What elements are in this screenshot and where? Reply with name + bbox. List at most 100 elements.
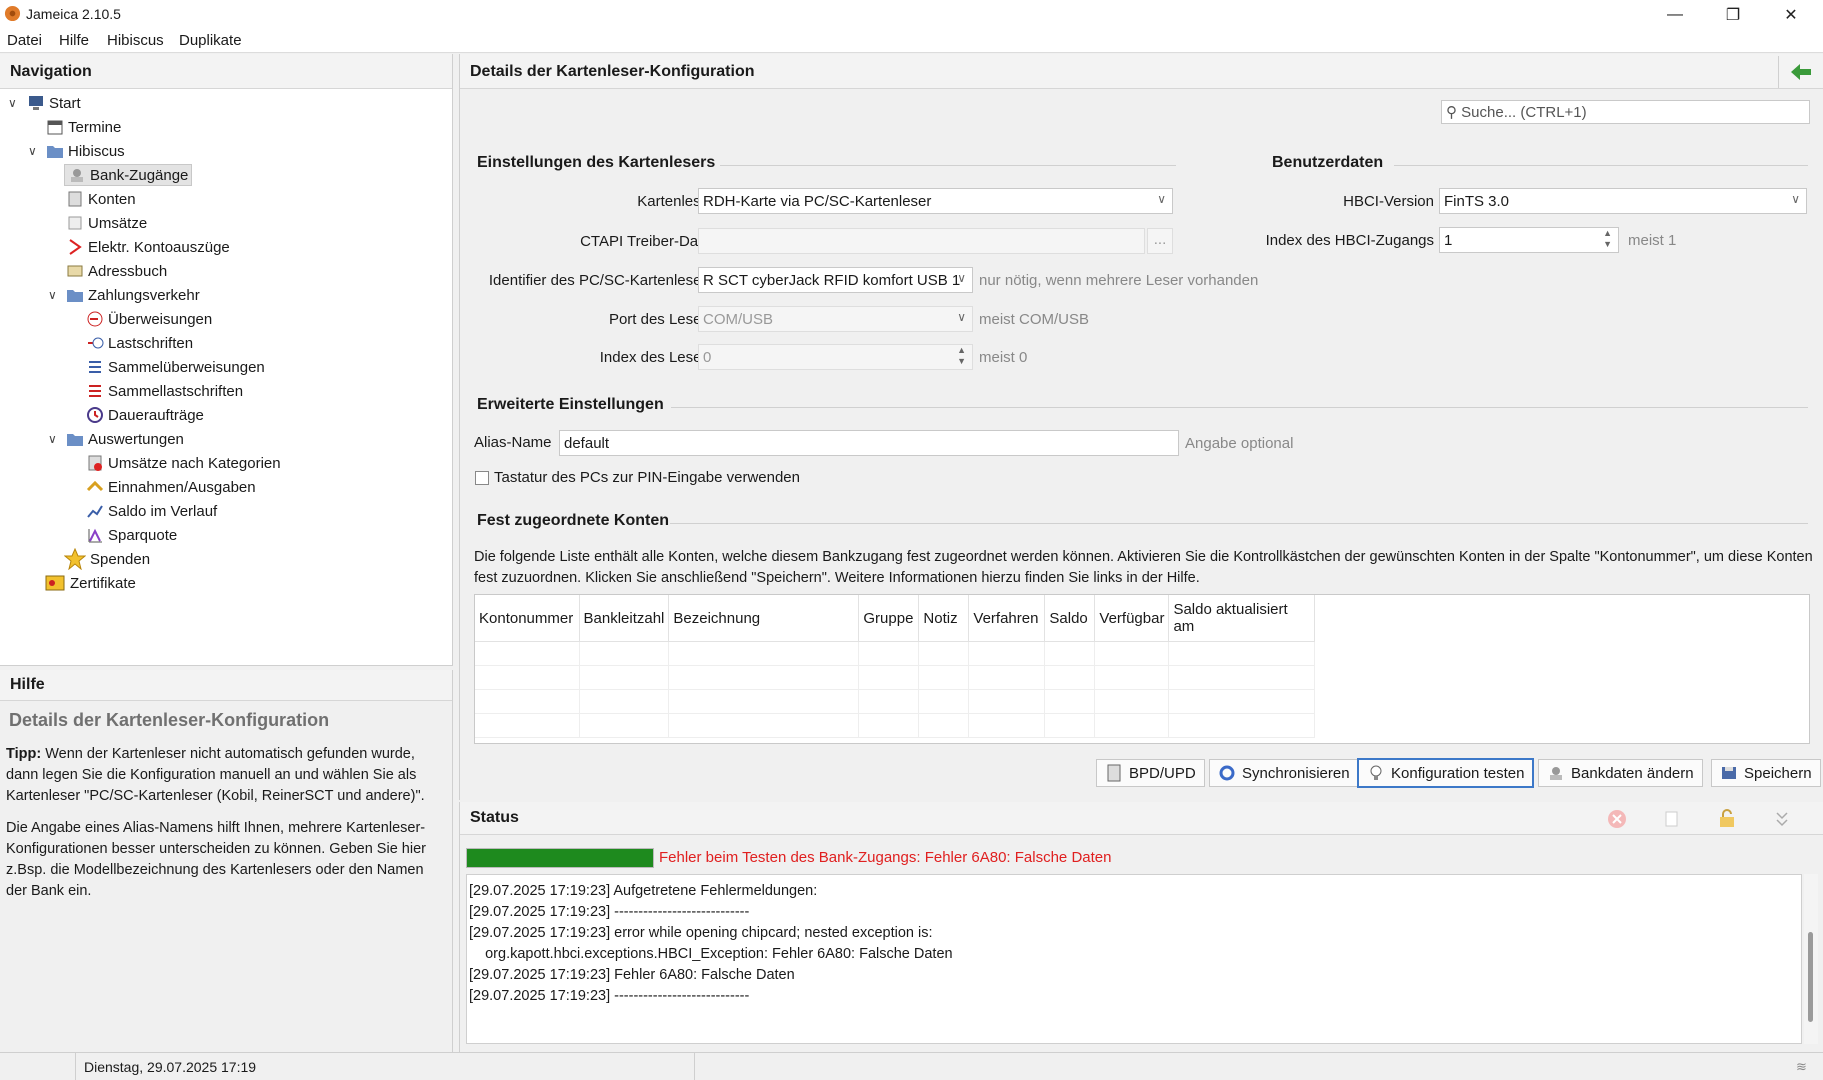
- tree-item-konten[interactable]: Konten: [66, 188, 136, 210]
- ctapi-browse-button[interactable]: ...: [1147, 228, 1173, 254]
- restore-button[interactable]: ❐: [1704, 0, 1762, 29]
- hbci-index-spinner[interactable]: 1 ▲ ▼: [1439, 227, 1619, 253]
- column-header[interactable]: Verfahren: [968, 595, 1046, 642]
- column-header[interactable]: Bankleitzahl: [579, 595, 670, 642]
- spinner-arrows-icon[interactable]: ▲ ▼: [957, 345, 966, 367]
- scrollbar-thumb[interactable]: [1808, 932, 1813, 1022]
- chevron-down-icon: ∨: [1157, 192, 1166, 206]
- close-button[interactable]: ✕: [1762, 0, 1820, 29]
- synchronize-button[interactable]: Synchronisieren: [1209, 759, 1359, 787]
- chevron-down-icon[interactable]: ∨: [48, 432, 57, 446]
- tree-item-start[interactable]: Start: [27, 92, 81, 114]
- details-header: Details der Kartenleser-Konfiguration: [460, 54, 1823, 89]
- lock-status-button[interactable]: [1705, 806, 1749, 832]
- port-hint: meist COM/USB: [979, 311, 1090, 328]
- tree-item-ueberweisungen[interactable]: Überweisungen: [86, 308, 212, 330]
- log-line: [29.07.2025 17:19:23] Aufgetretene Fehle…: [469, 883, 818, 899]
- identifier-value: R SCT cyberJack RFID komfort USB 1: [703, 272, 961, 289]
- alias-hint: Angabe optional: [1185, 435, 1294, 452]
- change-bank-data-button[interactable]: Bankdaten ändern: [1538, 759, 1703, 787]
- status-bar-segment: [0, 1053, 76, 1080]
- chevron-down-icon[interactable]: ∨: [28, 144, 37, 158]
- log-scrollbar[interactable]: [1804, 874, 1818, 1044]
- tree-label: Auswertungen: [88, 430, 184, 448]
- tree-label: Daueraufträge: [108, 406, 204, 424]
- tree-item-termine[interactable]: Termine: [46, 116, 121, 138]
- tree-item-lastschriften[interactable]: Lastschriften: [86, 332, 193, 354]
- collapse-status-button[interactable]: [1760, 806, 1804, 832]
- alias-label: Alias-Name: [474, 434, 552, 451]
- save-button[interactable]: Speichern: [1711, 759, 1821, 787]
- tree-item-bank-zugaenge[interactable]: Bank-Zugänge: [64, 164, 193, 186]
- chevron-down-icon: ∨: [957, 310, 966, 324]
- menu-datei[interactable]: Datei: [7, 32, 42, 49]
- tree-item-umsaetze[interactable]: Umsätze: [66, 212, 147, 234]
- tree-item-auswertungen[interactable]: Auswertungen: [66, 428, 184, 450]
- alias-input[interactable]: default: [559, 430, 1179, 456]
- status-error-message: Fehler beim Testen des Bank-Zugangs: Feh…: [659, 849, 1112, 866]
- tree-item-sammellastschriften[interactable]: Sammellastschriften: [86, 380, 243, 402]
- collapse-icon: [1776, 812, 1788, 827]
- button-label: Konfiguration testen: [1391, 764, 1525, 782]
- clear-status-button[interactable]: [1595, 806, 1639, 832]
- chevron-down-icon[interactable]: ∨: [48, 288, 57, 302]
- test-configuration-button[interactable]: Konfiguration testen: [1357, 758, 1535, 788]
- ctapi-file-input[interactable]: [698, 228, 1145, 254]
- window-title: Jameica 2.10.5: [26, 6, 121, 22]
- column-header[interactable]: Notiz: [918, 595, 970, 642]
- tree-item-saldo-verlauf[interactable]: Saldo im Verlauf: [86, 500, 217, 522]
- tree-item-zertifikate[interactable]: Zertifikate: [44, 572, 136, 594]
- column-header[interactable]: Kontonummer: [475, 595, 580, 642]
- port-select[interactable]: COM/USB ∨: [698, 306, 973, 332]
- tree-item-sammelueberweisungen[interactable]: Sammelüberweisungen: [86, 356, 265, 378]
- column-header[interactable]: Verfügbar: [1094, 595, 1170, 642]
- save-icon: [1722, 767, 1736, 779]
- minimize-button[interactable]: —: [1646, 0, 1704, 29]
- tree-item-dauerauftraege[interactable]: Daueraufträge: [86, 404, 204, 426]
- kartenleser-select[interactable]: RDH-Karte via PC/SC-Kartenleser ∨: [698, 188, 1173, 214]
- menu-hilfe[interactable]: Hilfe: [59, 32, 89, 49]
- search-input[interactable]: ⚲ Suche... (CTRL+1): [1441, 100, 1810, 124]
- tree-label: Überweisungen: [108, 310, 213, 328]
- tree-item-umsaetze-kategorien[interactable]: Umsätze nach Kategorien: [86, 452, 281, 474]
- tree-item-zahlungsverkehr[interactable]: Zahlungsverkehr: [66, 284, 200, 306]
- progress-fill: [467, 849, 653, 867]
- column-header[interactable]: Saldo: [1044, 595, 1096, 642]
- column-header[interactable]: Bezeichnung: [668, 595, 860, 642]
- tree-item-adressbuch[interactable]: Adressbuch: [66, 260, 167, 282]
- tree-item-spenden[interactable]: Spenden: [63, 547, 150, 571]
- accounts-table[interactable]: Kontonummer Bankleitzahl Bezeichnung Gru…: [474, 594, 1810, 744]
- tree-label: Adressbuch: [88, 262, 168, 280]
- category-report-icon: [86, 454, 104, 472]
- tree-label: Konten: [88, 190, 136, 208]
- identifier-select[interactable]: R SCT cyberJack RFID komfort USB 1 ∨: [698, 267, 973, 293]
- column-header[interactable]: Gruppe: [858, 595, 920, 642]
- status-log[interactable]: [29.07.2025 17:19:23] Aufgetretene Fehle…: [466, 874, 1802, 1044]
- divider: [671, 407, 1808, 408]
- reader-section-title: Einstellungen des Kartenlesers: [477, 154, 716, 171]
- hbci-version-select[interactable]: FinTS 3.0 ∨: [1439, 188, 1807, 214]
- lightbulb-icon: [1370, 765, 1382, 780]
- index-spinner[interactable]: 0 ▲ ▼: [698, 344, 973, 370]
- column-header[interactable]: Saldo aktualisiert am: [1168, 595, 1316, 642]
- menu-duplikate[interactable]: Duplikate: [179, 32, 242, 49]
- copy-status-button[interactable]: [1650, 806, 1694, 832]
- pin-keyboard-checkbox[interactable]: [475, 471, 489, 485]
- spinner-arrows-icon[interactable]: ▲ ▼: [1603, 228, 1612, 250]
- certificate-icon: [44, 572, 66, 594]
- help-paragraph: Die Angabe eines Alias-Namens hilft Ihne…: [6, 820, 426, 899]
- lock-icon: [1720, 809, 1734, 827]
- tree-item-kontoauszuege[interactable]: Elektr. Kontoauszüge: [66, 236, 230, 258]
- back-button[interactable]: [1778, 56, 1822, 88]
- help-title: Details der Kartenleser-Konfiguration: [9, 710, 330, 730]
- tree-item-hibiscus[interactable]: Hibiscus: [46, 140, 125, 162]
- bpd-upd-button[interactable]: BPD/UPD: [1096, 759, 1205, 787]
- chevron-down-icon[interactable]: ∨: [8, 96, 17, 110]
- tree-item-sparquote[interactable]: Sparquote: [86, 524, 177, 546]
- resize-grip-icon[interactable]: ≋: [1796, 1059, 1807, 1075]
- calendar-icon: [46, 118, 64, 136]
- tree-item-einnahmen-ausgaben[interactable]: Einnahmen/Ausgaben: [86, 476, 256, 498]
- folder-icon: [66, 430, 84, 448]
- menu-hibiscus[interactable]: Hibiscus: [107, 32, 164, 49]
- index-value: 0: [703, 349, 712, 366]
